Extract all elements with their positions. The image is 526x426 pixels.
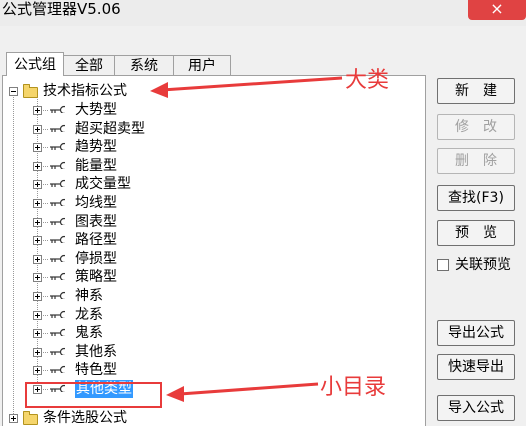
formula-key-icon <box>50 124 65 132</box>
expand-icon[interactable] <box>33 329 42 338</box>
tree-node-label: 停损型 <box>75 251 117 267</box>
expand-icon[interactable] <box>33 292 42 301</box>
tab-label: 公式组 <box>14 57 56 73</box>
expand-icon[interactable] <box>33 180 42 189</box>
formula-key-icon <box>50 161 65 169</box>
expand-icon[interactable] <box>33 218 42 227</box>
tree-node-label: 特色型 <box>75 362 117 378</box>
tab-label: 用户 <box>188 58 216 74</box>
expand-icon[interactable] <box>33 162 42 171</box>
folder-icon <box>23 84 38 98</box>
expand-icon[interactable] <box>9 414 18 423</box>
collapse-icon[interactable] <box>9 87 18 96</box>
formula-key-icon <box>50 105 65 113</box>
formula-key-icon <box>50 291 65 299</box>
tab-label: 系统 <box>130 58 158 74</box>
tab-all[interactable]: 全部 <box>63 55 115 75</box>
export-button[interactable]: 导出公式 <box>437 320 515 346</box>
tree-node-label: 神系 <box>75 288 103 304</box>
annotation-subcategory: 小目录 <box>320 375 387 400</box>
expand-icon[interactable] <box>33 106 42 115</box>
tree-item[interactable]: 策略型 <box>3 268 203 286</box>
tree-item[interactable]: 停损型 <box>3 250 203 268</box>
formula-key-icon <box>50 235 65 243</box>
tree-root-stock-selection[interactable]: 条件选股公式 <box>3 409 203 426</box>
tree-root-technical[interactable]: 技术指标公式 <box>3 82 203 100</box>
find-button[interactable]: 查找(F3) <box>437 185 515 211</box>
tree-node-label: 策略型 <box>75 269 117 285</box>
tree-item[interactable]: 成交量型 <box>3 175 203 193</box>
tree-node-label: 路径型 <box>75 232 117 248</box>
tree-node-label: 能量型 <box>75 158 117 174</box>
quick-export-button[interactable]: 快速导出 <box>437 354 515 380</box>
tree-item[interactable]: 趋势型 <box>3 138 203 156</box>
tree-item[interactable]: 路径型 <box>3 231 203 249</box>
tree-item[interactable]: 超买超卖型 <box>3 120 203 138</box>
formula-key-icon <box>50 328 65 336</box>
tree-node-label: 均线型 <box>75 195 117 211</box>
tab-user[interactable]: 用户 <box>173 55 231 75</box>
tree-node-label: 技术指标公式 <box>43 83 127 99</box>
close-button[interactable]: × <box>468 0 526 20</box>
expand-icon[interactable] <box>33 236 42 245</box>
import-button[interactable]: 导入公式 <box>437 395 515 421</box>
new-button[interactable]: 新 建 <box>437 78 515 104</box>
tree-item[interactable]: 能量型 <box>3 157 203 175</box>
title-bar: 公式管理器V5.06 × <box>0 0 526 26</box>
expand-icon[interactable] <box>33 348 42 357</box>
delete-button[interactable]: 删 除 <box>437 148 515 174</box>
formula-key-icon <box>50 272 65 280</box>
tree-node-label: 鬼系 <box>75 325 103 341</box>
tree-item[interactable]: 神系 <box>3 287 203 305</box>
formula-key-icon <box>50 310 65 318</box>
tree-item[interactable]: 大势型 <box>3 101 203 119</box>
expand-icon[interactable] <box>33 311 42 320</box>
tree-node-label: 趋势型 <box>75 139 117 155</box>
tab-formula-group[interactable]: 公式组 <box>6 52 64 76</box>
tree-node-label: 超买超卖型 <box>75 121 145 137</box>
formula-key-icon <box>50 254 65 262</box>
tree-node-label: 龙系 <box>75 307 103 323</box>
folder-icon <box>23 411 38 425</box>
expand-icon[interactable] <box>33 125 42 134</box>
formula-key-icon <box>50 347 65 355</box>
checkbox-box[interactable] <box>437 259 449 271</box>
tab-label: 全部 <box>75 58 103 74</box>
preview-button[interactable]: 预 览 <box>437 220 515 246</box>
expand-icon[interactable] <box>33 255 42 264</box>
expand-icon[interactable] <box>33 366 42 375</box>
tree-item[interactable]: 特色型 <box>3 361 203 379</box>
highlight-box <box>25 382 162 408</box>
expand-icon[interactable] <box>33 143 42 152</box>
formula-key-icon <box>50 365 65 373</box>
expand-icon[interactable] <box>33 273 42 282</box>
modify-button[interactable]: 修 改 <box>437 114 515 140</box>
tree-item[interactable]: 图表型 <box>3 213 203 231</box>
close-icon: × <box>490 0 504 18</box>
tree-item[interactable]: 其他系 <box>3 343 203 361</box>
linked-preview-checkbox[interactable]: 关联预览 <box>437 256 511 274</box>
formula-key-icon <box>50 198 65 206</box>
formula-key-icon <box>50 142 65 150</box>
formula-key-icon <box>50 217 65 225</box>
tree-node-label: 图表型 <box>75 214 117 230</box>
tree-node-label: 其他系 <box>75 344 117 360</box>
formula-key-icon <box>50 179 65 187</box>
window-title: 公式管理器V5.06 <box>2 0 121 18</box>
checkbox-label: 关联预览 <box>455 257 511 273</box>
tab-system[interactable]: 系统 <box>114 55 174 75</box>
annotation-category: 大类 <box>345 68 390 93</box>
tree-node-label: 条件选股公式 <box>43 410 127 426</box>
tree-node-label: 成交量型 <box>75 176 131 192</box>
tree-item[interactable]: 龙系 <box>3 306 203 324</box>
expand-icon[interactable] <box>33 199 42 208</box>
tree-node-label: 大势型 <box>75 102 117 118</box>
tree-item[interactable]: 鬼系 <box>3 324 203 342</box>
tree-item[interactable]: 均线型 <box>3 194 203 212</box>
